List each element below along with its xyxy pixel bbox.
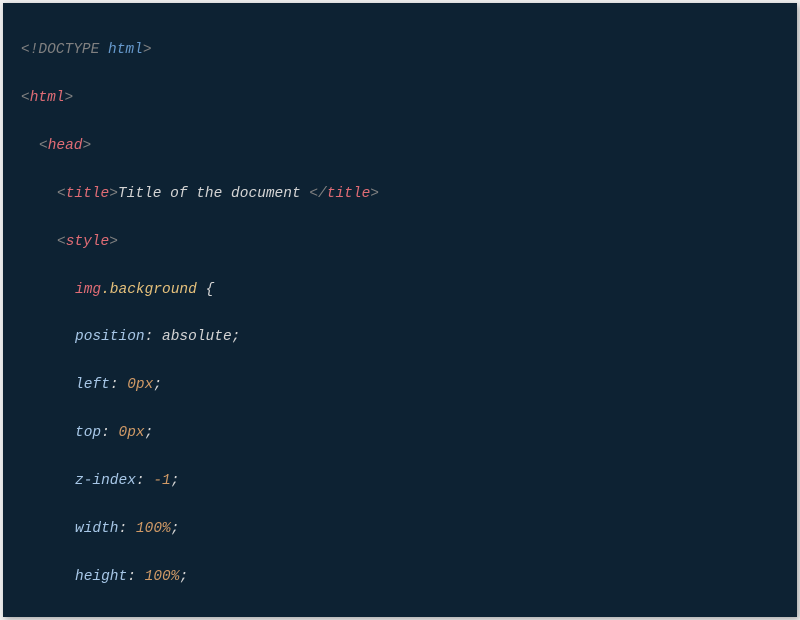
code-line: position: absolute; [21, 326, 797, 350]
code-line: img.background { [21, 279, 797, 303]
code-content: <!DOCTYPE html> <html> <head> <title>Tit… [3, 3, 797, 617]
code-line: width: 100%; [21, 518, 797, 542]
code-line: <style> [21, 231, 797, 255]
code-line: z-index: -1; [21, 470, 797, 494]
code-line: <title>Title of the document </title> [21, 183, 797, 207]
code-line: <!DOCTYPE html> [21, 39, 797, 63]
code-line: top: 0px; [21, 422, 797, 446]
code-line: -webkit-filter: blur(5px); /* Safari 6.0… [21, 614, 797, 617]
code-editor[interactable]: <!DOCTYPE html> <html> <head> <title>Tit… [3, 3, 797, 617]
code-line: height: 100%; [21, 566, 797, 590]
code-line: <head> [21, 135, 797, 159]
code-line: <html> [21, 87, 797, 111]
code-line: left: 0px; [21, 374, 797, 398]
